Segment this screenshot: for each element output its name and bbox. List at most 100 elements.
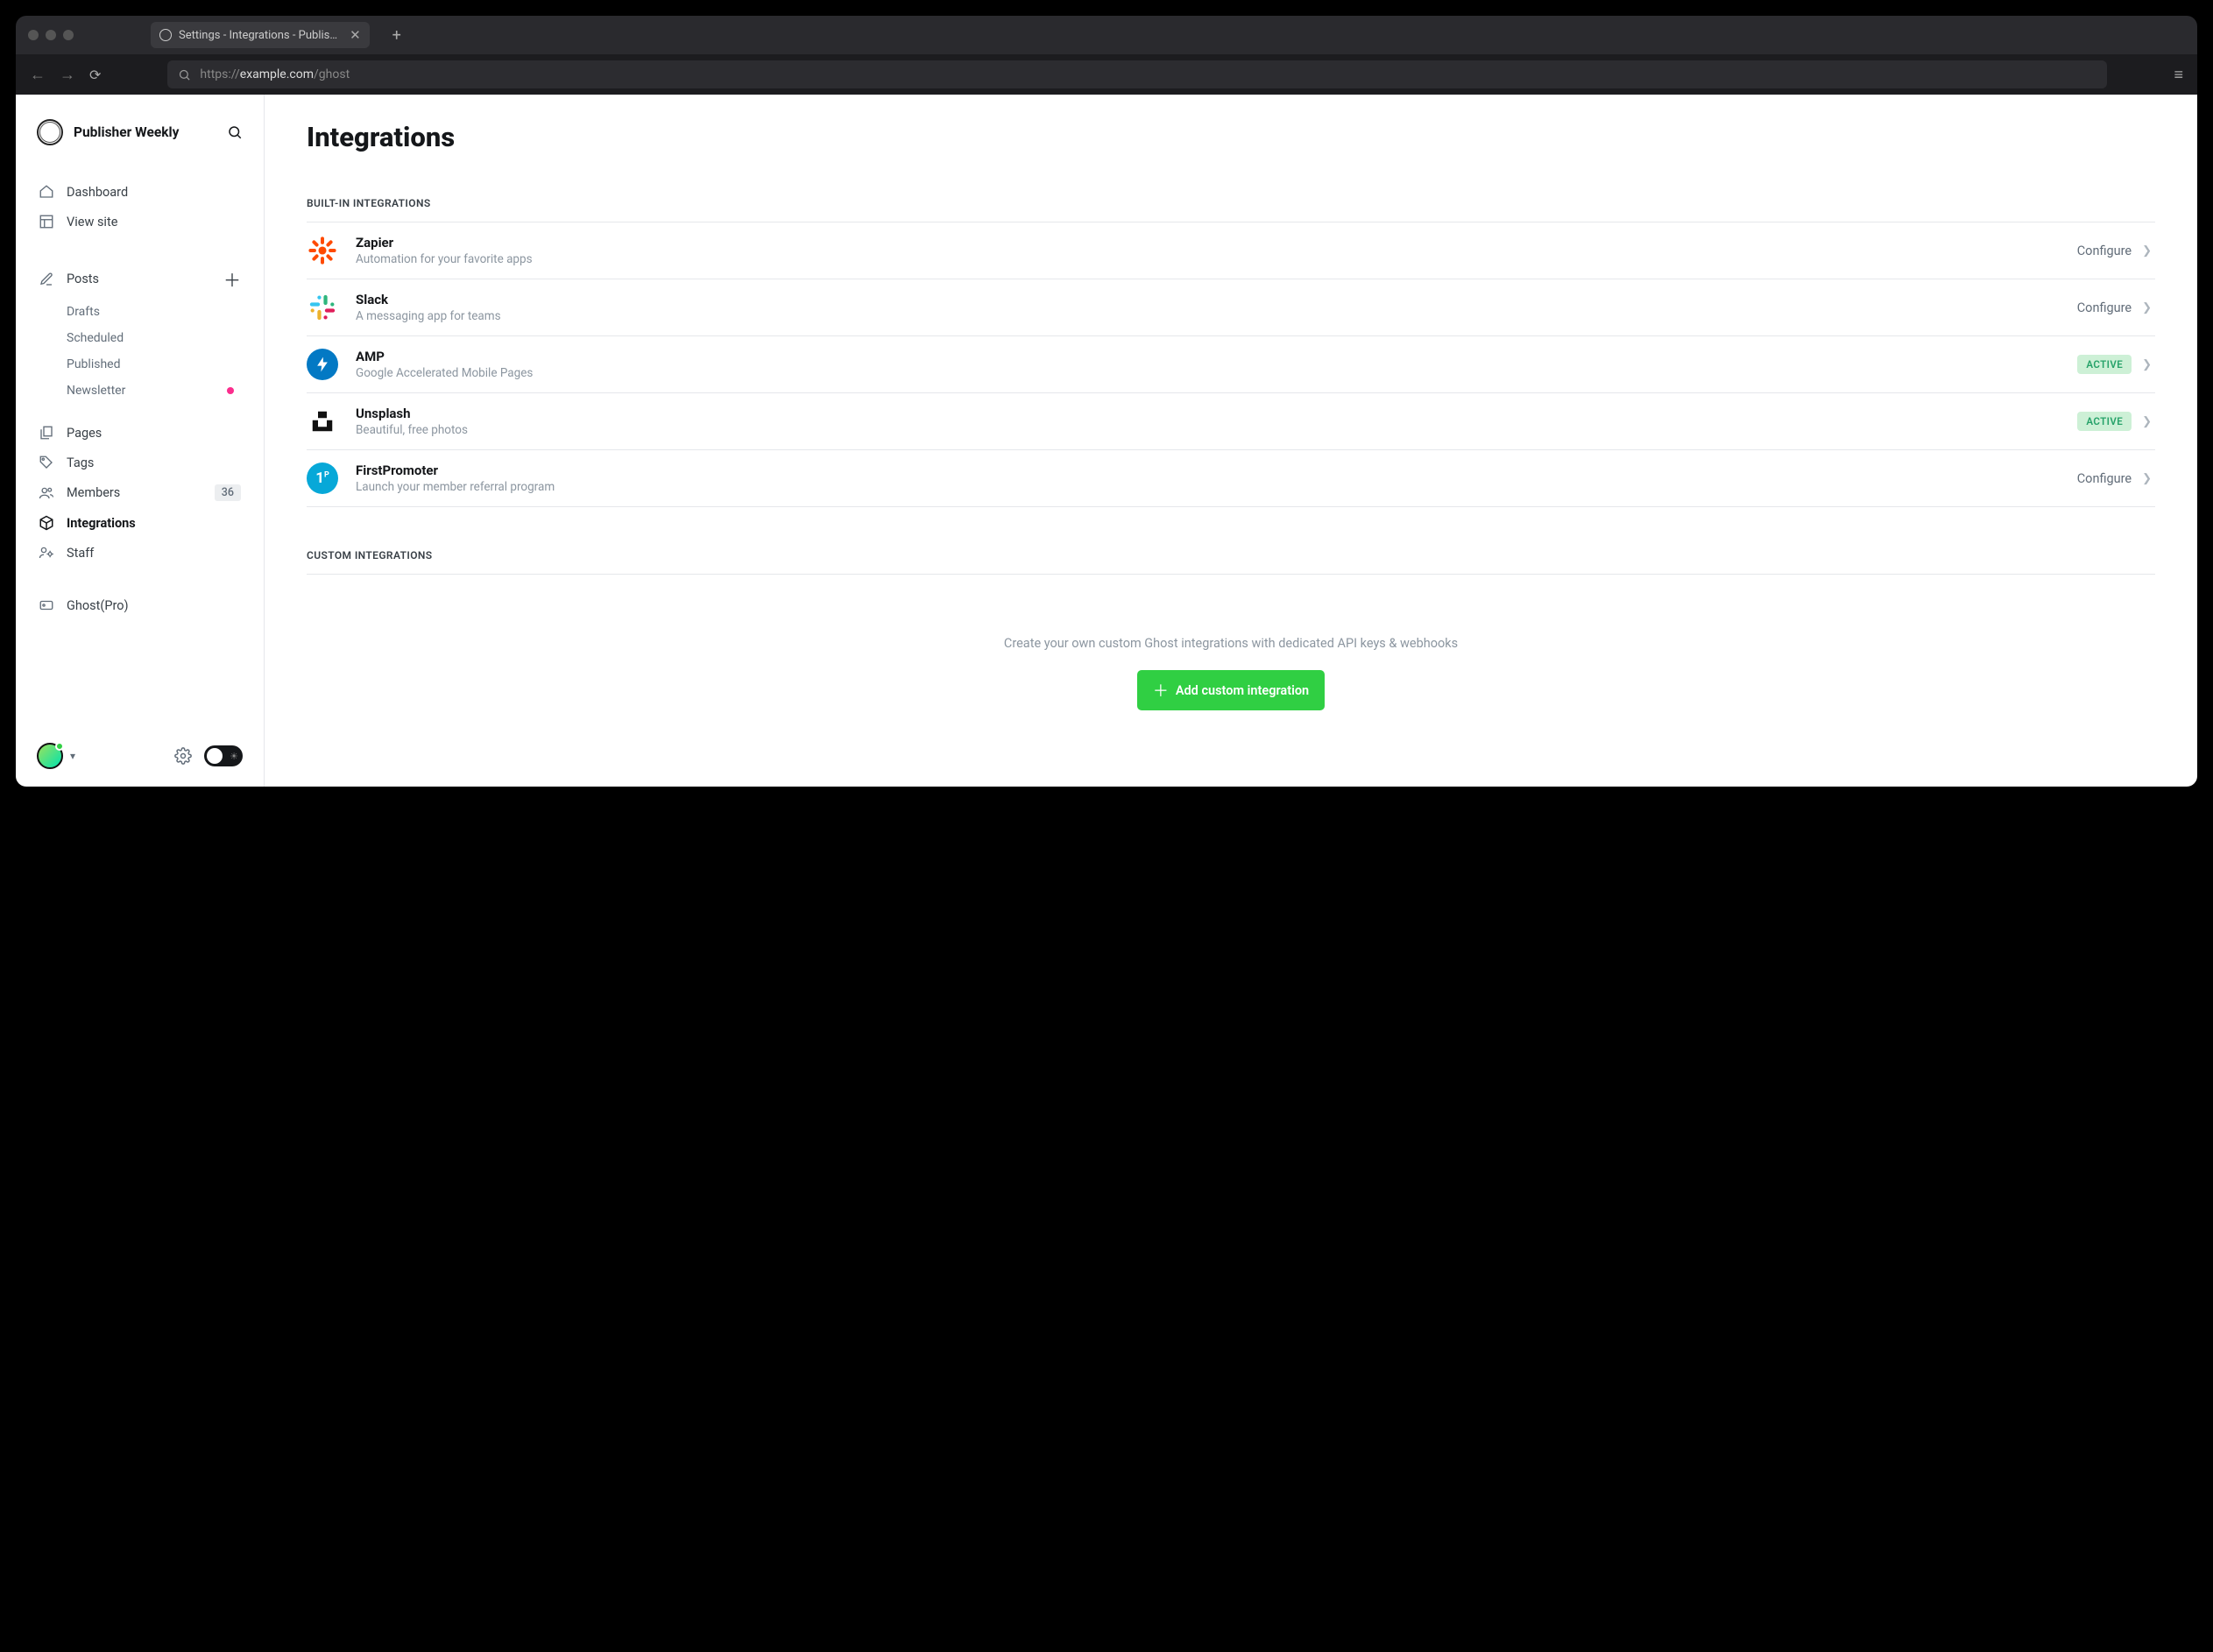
box-icon	[39, 515, 54, 531]
configure-label: Configure	[2077, 244, 2132, 258]
custom-section-label: Custom integrations	[307, 549, 2155, 575]
integration-row-amp[interactable]: AMP Google Accelerated Mobile Pages ACTI…	[307, 336, 2155, 393]
window-minimize-dot[interactable]	[46, 30, 56, 40]
plus-icon: ＋	[1153, 679, 1169, 702]
tag-icon	[39, 455, 54, 470]
sidebar-item-label: Integrations	[67, 516, 136, 531]
sidebar-search-icon[interactable]	[227, 124, 243, 140]
active-badge: ACTIVE	[2077, 355, 2132, 374]
brand[interactable]: Publisher Weekly	[16, 119, 264, 145]
integration-desc: Google Accelerated Mobile Pages	[356, 366, 2077, 380]
firstpromoter-icon: 1P	[307, 462, 338, 494]
online-indicator-icon	[55, 742, 64, 751]
sidebar-item-view-site[interactable]: View site	[30, 207, 250, 237]
sidebar-item-tags[interactable]: Tags	[30, 448, 250, 477]
unsplash-icon	[307, 406, 338, 437]
sun-icon: ☀	[230, 751, 238, 762]
sidebar-item-staff[interactable]: Staff	[30, 538, 250, 568]
browser-titlebar: Settings - Integrations - Publis… ✕ +	[16, 16, 2197, 54]
url-text: https://example.com/ghost	[200, 67, 350, 81]
tab-title: Settings - Integrations - Publis…	[179, 29, 337, 42]
integration-row-slack[interactable]: Slack A messaging app for teams Configur…	[307, 279, 2155, 336]
integration-desc: Automation for your favorite apps	[356, 252, 2077, 266]
sidebar-item-newsletter[interactable]: Newsletter	[30, 378, 250, 404]
sidebar: Publisher Weekly Dashboard View site	[16, 95, 265, 787]
sidebar-item-pages[interactable]: Pages	[30, 418, 250, 448]
custom-integrations-empty: Create your own custom Ghost integration…	[307, 587, 2155, 710]
sidebar-item-label: Tags	[67, 455, 94, 470]
toggle-knob-icon	[207, 748, 223, 764]
integration-desc: A messaging app for teams	[356, 309, 2077, 323]
sidebar-item-label: Members	[67, 485, 120, 500]
tab-close-icon[interactable]: ✕	[350, 27, 361, 43]
staff-icon	[39, 545, 54, 561]
card-icon	[39, 597, 54, 613]
sidebar-item-posts[interactable]: Posts ＋	[30, 259, 250, 299]
browser-menu-icon[interactable]: ≡	[2174, 66, 2183, 84]
new-tab-button[interactable]: +	[392, 26, 401, 45]
integration-desc: Launch your member referral program	[356, 480, 2077, 494]
integration-name: Zapier	[356, 235, 2077, 251]
integration-desc: Beautiful, free photos	[356, 423, 2077, 437]
chevron-right-icon: ❯	[2142, 244, 2152, 258]
sidebar-item-label: View site	[67, 215, 117, 229]
users-icon	[39, 485, 54, 501]
sidebar-item-scheduled[interactable]: Scheduled	[30, 325, 250, 351]
window-close-dot[interactable]	[28, 30, 39, 40]
browser-toolbar: ← → ⟳ https://example.com/ghost ≡	[16, 54, 2197, 95]
browser-tab[interactable]: Settings - Integrations - Publis… ✕	[151, 22, 370, 48]
configure-label: Configure	[2077, 300, 2132, 315]
brand-logo-icon	[37, 119, 63, 145]
chevron-right-icon: ❯	[2142, 358, 2152, 371]
chevron-down-icon: ▾	[70, 750, 75, 762]
page-title: Integrations	[307, 121, 2155, 153]
builtin-integrations-list: Zapier Automation for your favorite apps…	[307, 222, 2155, 507]
sidebar-item-label: Dashboard	[67, 185, 128, 200]
integration-name: Slack	[356, 292, 2077, 307]
integration-row-zapier[interactable]: Zapier Automation for your favorite apps…	[307, 222, 2155, 279]
settings-button[interactable]	[174, 747, 192, 765]
integration-name: FirstPromoter	[356, 462, 2077, 478]
custom-empty-desc: Create your own custom Ghost integration…	[307, 636, 2155, 651]
sidebar-item-label: Staff	[67, 546, 94, 561]
sidebar-item-label: Ghost(Pro)	[67, 598, 129, 613]
zapier-icon	[307, 235, 338, 266]
sidebar-item-dashboard[interactable]: Dashboard	[30, 177, 250, 207]
home-icon	[39, 184, 54, 200]
sidebar-footer: ▾ ☀	[16, 743, 264, 769]
search-icon	[178, 68, 191, 81]
notification-dot-icon	[227, 387, 234, 394]
forward-button[interactable]: →	[60, 66, 75, 84]
main-content: Integrations Built-in integrations Zapie…	[265, 95, 2197, 787]
amp-icon	[307, 349, 338, 380]
integration-row-unsplash[interactable]: Unsplash Beautiful, free photos ACTIVE ❯	[307, 393, 2155, 450]
sidebar-item-ghostpro[interactable]: Ghost(Pro)	[30, 590, 250, 620]
sidebar-item-integrations[interactable]: Integrations	[30, 508, 250, 538]
tab-favicon-icon	[159, 29, 172, 41]
brand-title: Publisher Weekly	[74, 124, 179, 140]
sidebar-item-drafts[interactable]: Drafts	[30, 299, 250, 325]
url-bar[interactable]: https://example.com/ghost	[167, 60, 2107, 88]
chevron-right-icon: ❯	[2142, 472, 2152, 485]
chevron-right-icon: ❯	[2142, 301, 2152, 314]
add-custom-integration-button[interactable]: ＋ Add custom integration	[1137, 670, 1325, 710]
window-maximize-dot[interactable]	[63, 30, 74, 40]
sidebar-item-published[interactable]: Published	[30, 351, 250, 378]
theme-toggle[interactable]: ☀	[204, 745, 243, 766]
avatar-icon	[37, 743, 63, 769]
new-post-button[interactable]: ＋	[223, 266, 241, 292]
back-button[interactable]: ←	[30, 66, 46, 84]
sidebar-item-members[interactable]: Members 36	[30, 477, 250, 508]
chevron-right-icon: ❯	[2142, 415, 2152, 428]
configure-label: Configure	[2077, 471, 2132, 486]
sidebar-item-label: Pages	[67, 426, 102, 441]
slack-icon	[307, 292, 338, 323]
reload-button[interactable]: ⟳	[89, 67, 101, 83]
edit-icon	[39, 272, 54, 287]
integration-row-firstpromoter[interactable]: 1P FirstPromoter Launch your member refe…	[307, 450, 2155, 507]
members-count-badge: 36	[215, 484, 241, 501]
sidebar-item-label: Posts	[67, 272, 99, 286]
active-badge: ACTIVE	[2077, 412, 2132, 431]
copy-icon	[39, 425, 54, 441]
user-menu-button[interactable]: ▾	[37, 743, 75, 769]
